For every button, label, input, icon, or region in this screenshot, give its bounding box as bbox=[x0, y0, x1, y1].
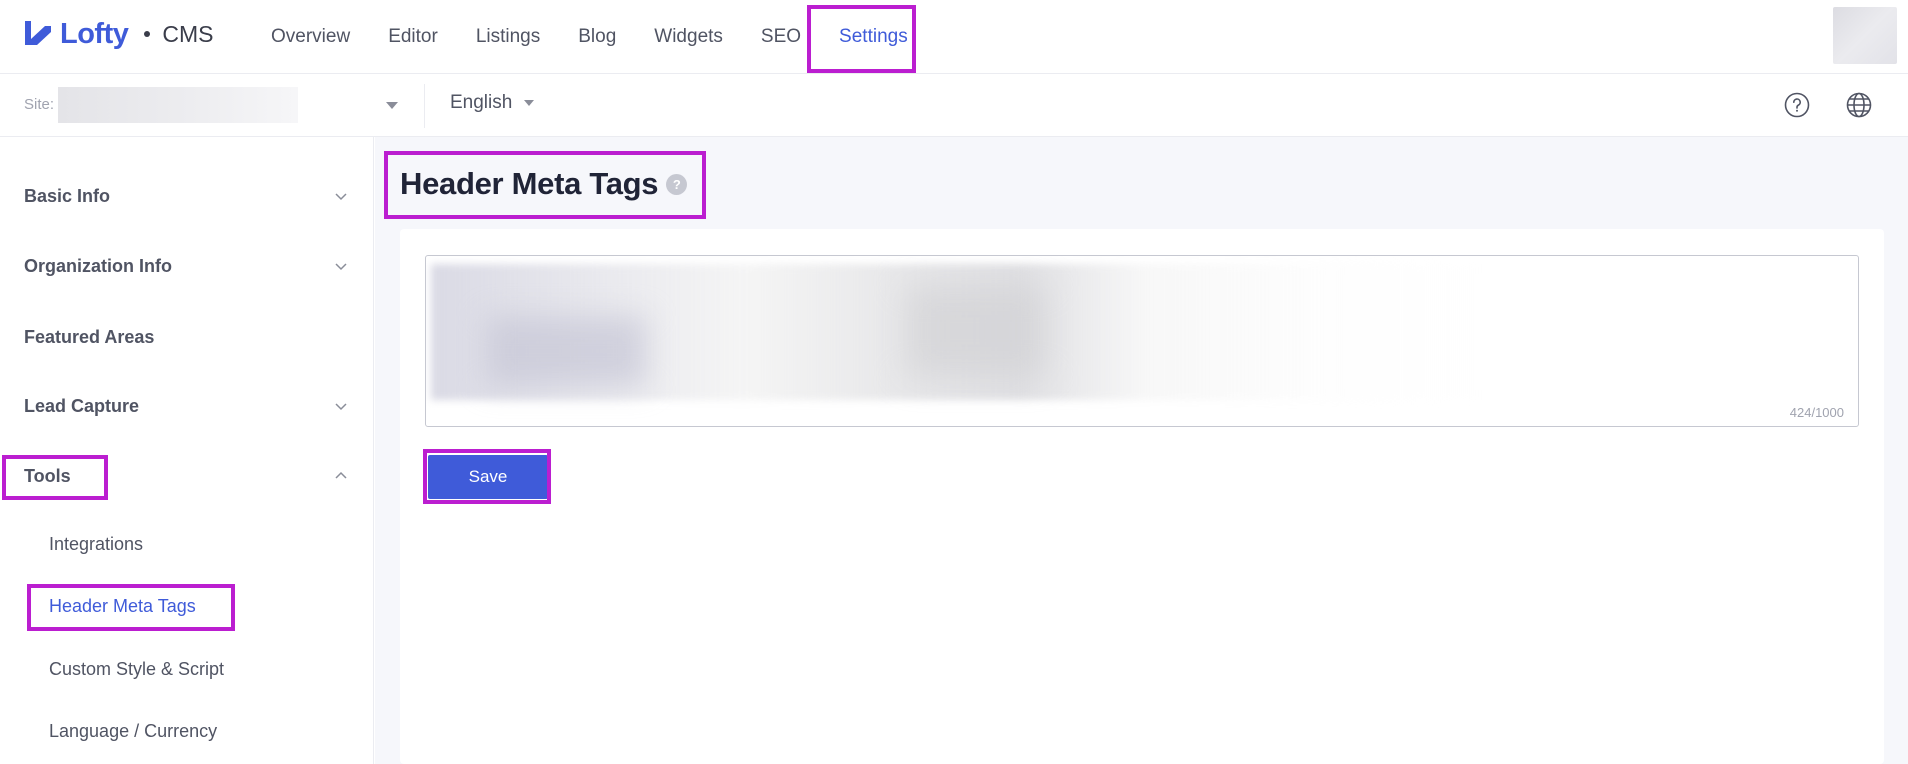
nav-editor[interactable]: Editor bbox=[369, 0, 457, 74]
site-toolbar: Site: English bbox=[0, 74, 1908, 137]
nav-blog[interactable]: Blog bbox=[559, 0, 635, 74]
sidebar-item-integrations[interactable]: Integrations bbox=[49, 534, 143, 555]
language-caret-icon bbox=[524, 100, 535, 106]
main-nav: Overview Editor Listings Blog Widgets SE… bbox=[252, 0, 927, 74]
sidebar-item-custom-style-script[interactable]: Custom Style & Script bbox=[49, 659, 224, 680]
nav-seo[interactable]: SEO bbox=[742, 0, 820, 74]
sidebar-group-label: Featured Areas bbox=[24, 326, 155, 347]
site-dropdown-caret-icon[interactable] bbox=[386, 102, 398, 109]
sidebar-group-lead-capture[interactable]: Lead Capture bbox=[0, 381, 374, 431]
nav-overview[interactable]: Overview bbox=[252, 0, 369, 74]
logo-separator-dot bbox=[144, 31, 151, 37]
sidebar-group-label: Tools bbox=[24, 465, 71, 486]
sidebar-group-basic-info[interactable]: Basic Info bbox=[0, 171, 374, 221]
sidebar-item-header-meta-tags[interactable]: Header Meta Tags bbox=[49, 596, 196, 617]
sidebar-group-tools[interactable]: Tools bbox=[0, 451, 374, 501]
redacted-content-shade bbox=[486, 316, 646, 386]
globe-icon[interactable] bbox=[1844, 90, 1874, 120]
page-title: Header Meta Tags ? bbox=[400, 166, 688, 202]
nav-widgets[interactable]: Widgets bbox=[635, 0, 742, 74]
redacted-content-shade bbox=[906, 286, 1046, 376]
chevron-down-icon bbox=[335, 403, 347, 411]
site-selector-value[interactable] bbox=[58, 87, 298, 123]
page-title-text: Header Meta Tags bbox=[400, 166, 659, 201]
sidebar-item-language-currency[interactable]: Language / Currency bbox=[49, 721, 217, 742]
question-mark-icon[interactable]: ? bbox=[666, 173, 688, 195]
chevron-down-icon bbox=[335, 193, 347, 201]
sidebar-group-label: Basic Info bbox=[24, 185, 111, 206]
site-label: Site: bbox=[24, 96, 55, 113]
character-count: 424/1000 bbox=[1789, 405, 1844, 420]
save-button[interactable]: Save bbox=[428, 455, 548, 499]
nav-settings[interactable]: Settings bbox=[820, 0, 927, 74]
product-name: CMS bbox=[162, 20, 214, 47]
chevron-down-icon bbox=[335, 263, 347, 271]
language-value: English bbox=[450, 92, 513, 113]
lofty-logo[interactable]: Lofty CMS bbox=[22, 16, 214, 52]
toolbar-divider bbox=[424, 84, 425, 128]
logo-text: Lofty bbox=[60, 17, 129, 50]
top-navigation-bar: Lofty CMS Overview Editor Listings Blog … bbox=[0, 0, 1908, 74]
nav-listings[interactable]: Listings bbox=[457, 0, 559, 74]
header-meta-tags-textarea[interactable]: 424/1000 bbox=[425, 255, 1859, 427]
settings-sidebar: Basic Info Organization Info Featured Ar… bbox=[0, 137, 374, 764]
chevron-up-icon bbox=[335, 471, 347, 479]
sidebar-group-organization-info[interactable]: Organization Info bbox=[0, 241, 374, 291]
help-circle-icon[interactable] bbox=[1782, 90, 1812, 120]
language-selector[interactable]: English bbox=[450, 92, 535, 114]
sidebar-group-label: Lead Capture bbox=[24, 395, 140, 416]
sidebar-group-featured-areas[interactable]: Featured Areas bbox=[0, 312, 374, 362]
avatar[interactable] bbox=[1833, 7, 1897, 64]
sidebar-group-label: Organization Info bbox=[24, 255, 172, 276]
lofty-logo-icon bbox=[25, 21, 51, 45]
